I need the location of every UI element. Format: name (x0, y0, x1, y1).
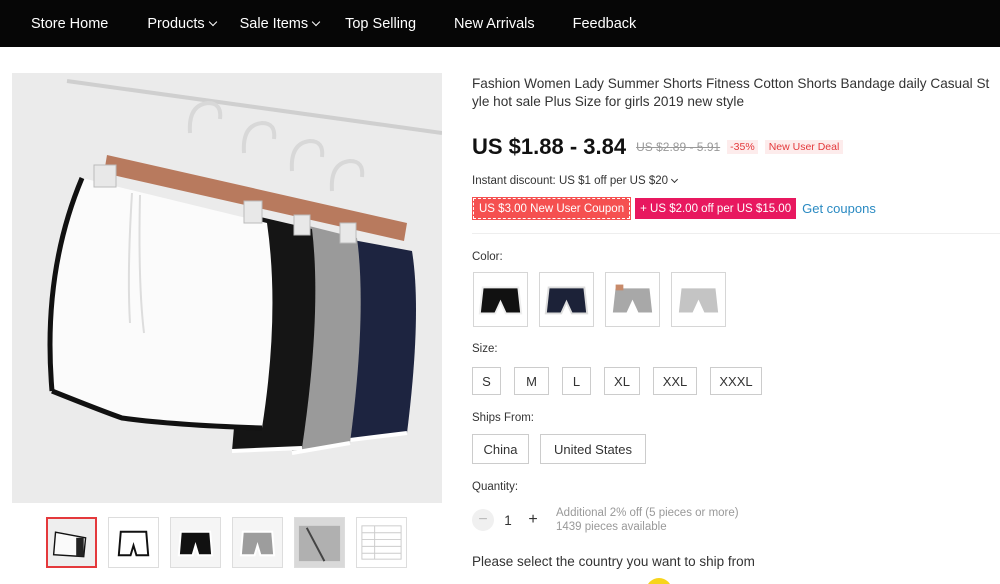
original-price: US $2.89 - 5.91 (636, 140, 721, 154)
help-bubble-icon[interactable] (646, 578, 672, 584)
color-swatches (473, 272, 737, 327)
ship-from-china[interactable]: China (472, 434, 529, 464)
thumbnail[interactable] (294, 517, 345, 568)
stock-count: 1439 pieces available (556, 521, 667, 533)
size-option[interactable]: XXXL (710, 367, 762, 395)
quantity-decrease-button[interactable]: − (472, 509, 494, 531)
coupon-row: US $3.00 New User Coupon + US $2.00 off … (471, 197, 876, 220)
new-user-coupon[interactable]: US $3.00 New User Coupon (471, 197, 632, 220)
price-row: US $1.88 - 3.84 US $2.89 - 5.91 -35% New… (472, 134, 844, 160)
instant-discount-text: Instant discount: US $1 off per US $20 (472, 175, 669, 187)
size-option[interactable]: L (562, 367, 591, 395)
divider (472, 233, 1000, 234)
ships-from-options: China United States (472, 434, 659, 464)
quantity-increase-button[interactable]: + (522, 509, 544, 531)
ship-country-prompt: Please select the country you want to sh… (472, 554, 755, 569)
nav-store-home[interactable]: Store Home (31, 0, 108, 47)
nav-label: Feedback (572, 15, 637, 32)
thumbnail[interactable] (46, 517, 97, 568)
current-price: US $1.88 - 3.84 (472, 134, 627, 159)
thumbnail[interactable] (108, 517, 159, 568)
product-title: Fashion Women Lady Summer Shorts Fitness… (472, 76, 990, 109)
chevron-down-icon (208, 17, 217, 27)
thumbnail-image (171, 518, 220, 567)
thumbnail-image (357, 518, 406, 567)
ships-from-label: Ships From: (472, 412, 534, 424)
new-user-deal-badge: New User Deal (764, 140, 844, 154)
nav-label: Top Selling (345, 15, 417, 32)
nav-label: Products (147, 15, 205, 32)
quantity-info: Additional 2% off (5 pieces or more) 143… (556, 506, 739, 534)
nav-sale-items[interactable]: Sale Items (239, 0, 321, 47)
thumbnail-image (233, 518, 282, 567)
quantity-stepper: − 1 + Additional 2% off (5 pieces or mor… (472, 506, 739, 534)
nav-new-arrivals[interactable]: New Arrivals (454, 0, 535, 47)
thumbnail-image (48, 519, 95, 566)
bulk-discount-note: Additional 2% off (5 pieces or more) (556, 507, 739, 519)
quantity-label: Quantity: (472, 481, 519, 493)
thumbnail[interactable] (232, 517, 283, 568)
nav-label: Store Home (31, 15, 109, 32)
size-options: S M L XL XXL XXXL (472, 367, 775, 395)
shorts-on-hangers-photo (12, 73, 442, 503)
ship-from-united-states[interactable]: United States (540, 434, 646, 464)
color-swatch-black[interactable] (473, 272, 528, 327)
get-coupons-link[interactable]: Get coupons (802, 201, 876, 216)
color-swatch-gray[interactable] (605, 272, 660, 327)
color-label: Color: (472, 251, 503, 263)
shorts-navy-image (540, 273, 593, 326)
size-option[interactable]: M (514, 367, 549, 395)
thumbnail-image (109, 518, 158, 567)
nav-label: New Arrivals (454, 15, 535, 32)
nav-feedback[interactable]: Feedback (573, 0, 637, 47)
store-coupon[interactable]: + US $2.00 off per US $15.00 (635, 198, 797, 219)
thumbnail-strip (46, 517, 418, 568)
size-option[interactable]: XXL (653, 367, 697, 395)
shorts-light-gray-image (672, 273, 725, 326)
color-swatch-light-gray[interactable] (671, 272, 726, 327)
shorts-black-image (474, 273, 527, 326)
nav-top-selling[interactable]: Top Selling (345, 0, 416, 47)
thumbnail-image (295, 518, 344, 567)
shorts-gray-image (606, 273, 659, 326)
discount-badge: -35% (727, 140, 758, 154)
nav-products[interactable]: Products (147, 0, 217, 47)
thumbnail[interactable] (356, 517, 407, 568)
chevron-down-icon (671, 175, 679, 184)
size-option[interactable]: XL (604, 367, 640, 395)
instant-discount-dropdown[interactable]: Instant discount: US $1 off per US $20 (472, 175, 679, 187)
store-nav-bar: Store Home Products Sale Items Top Selli… (0, 0, 1000, 47)
nav-label: Sale Items (239, 15, 309, 32)
quantity-input[interactable]: 1 (494, 513, 522, 528)
color-swatch-navy[interactable] (539, 272, 594, 327)
product-main-image[interactable] (12, 73, 442, 503)
size-label: Size: (472, 343, 498, 355)
size-option[interactable]: S (472, 367, 501, 395)
chevron-down-icon (311, 17, 321, 27)
thumbnail[interactable] (170, 517, 221, 568)
